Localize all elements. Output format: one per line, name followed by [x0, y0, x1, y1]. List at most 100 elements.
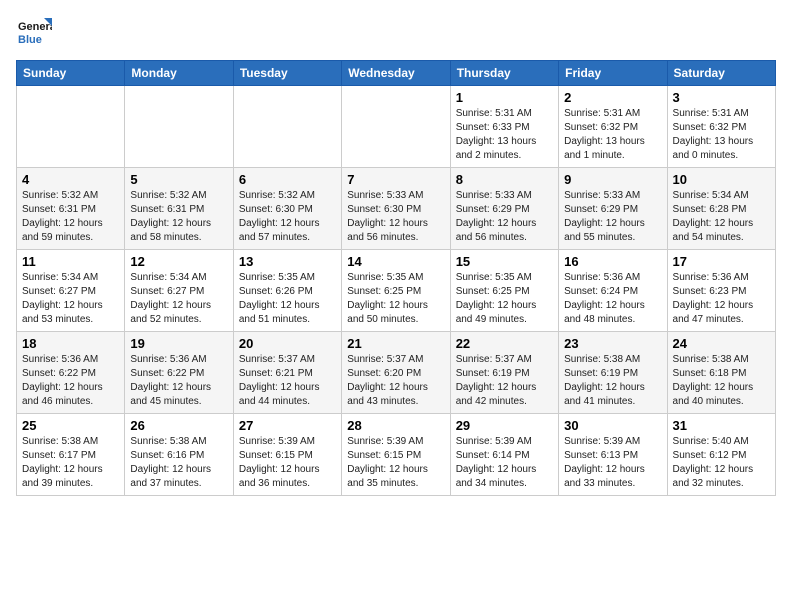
day-info: Sunrise: 5:31 AM Sunset: 6:33 PM Dayligh…: [456, 107, 553, 163]
logo: General Blue: [16, 16, 52, 52]
day-number: 22: [456, 336, 553, 351]
day-info: Sunrise: 5:36 AM Sunset: 6:22 PM Dayligh…: [130, 353, 227, 409]
calendar-cell: 21 Sunrise: 5:37 AM Sunset: 6:20 PM Dayli…: [342, 332, 450, 414]
calendar-cell: 15 Sunrise: 5:35 AM Sunset: 6:25 PM Dayli…: [450, 250, 558, 332]
calendar-cell: 9Sunrise: 5:33 AM Sunset: 6:29 PM Daylig…: [559, 168, 667, 250]
day-number: 13: [239, 254, 336, 269]
calendar-cell: 22 Sunrise: 5:37 AM Sunset: 6:19 PM Dayli…: [450, 332, 558, 414]
day-info: Sunrise: 5:33 AM Sunset: 6:29 PM Dayligh…: [564, 189, 661, 245]
calendar-cell: 14 Sunrise: 5:35 AM Sunset: 6:25 PM Dayli…: [342, 250, 450, 332]
day-info: Sunrise: 5:35 AM Sunset: 6:26 PM Dayligh…: [239, 271, 336, 327]
calendar-cell: [17, 86, 125, 168]
day-number: 27: [239, 418, 336, 433]
calendar-cell: 4Sunrise: 5:32 AM Sunset: 6:31 PM Daylig…: [17, 168, 125, 250]
day-number: 5: [130, 172, 227, 187]
day-info: Sunrise: 5:34 AM Sunset: 6:27 PM Dayligh…: [130, 271, 227, 327]
calendar-cell: 17 Sunrise: 5:36 AM Sunset: 6:23 PM Dayli…: [667, 250, 775, 332]
calendar-cell: 2 Sunrise: 5:31 AM Sunset: 6:32 PM Daylig…: [559, 86, 667, 168]
day-number: 20: [239, 336, 336, 351]
day-number: 12: [130, 254, 227, 269]
calendar-cell: 27Sunrise: 5:39 AM Sunset: 6:15 PM Dayli…: [233, 414, 341, 496]
calendar-cell: 24 Sunrise: 5:38 AM Sunset: 6:18 PM Dayli…: [667, 332, 775, 414]
calendar-cell: 25 Sunrise: 5:38 AM Sunset: 6:17 PM Dayli…: [17, 414, 125, 496]
day-number: 3: [673, 90, 770, 105]
day-info: Sunrise: 5:37 AM Sunset: 6:21 PM Dayligh…: [239, 353, 336, 409]
page-header: General Blue: [16, 16, 776, 52]
day-info: Sunrise: 5:33 AM Sunset: 6:29 PM Dayligh…: [456, 189, 553, 245]
calendar-week-5: 25 Sunrise: 5:38 AM Sunset: 6:17 PM Dayli…: [17, 414, 776, 496]
day-info: Sunrise: 5:33 AM Sunset: 6:30 PM Dayligh…: [347, 189, 444, 245]
header-thursday: Thursday: [450, 61, 558, 86]
day-info: Sunrise: 5:38 AM Sunset: 6:19 PM Dayligh…: [564, 353, 661, 409]
header-friday: Friday: [559, 61, 667, 86]
header-monday: Monday: [125, 61, 233, 86]
day-number: 31: [673, 418, 770, 433]
day-info: Sunrise: 5:31 AM Sunset: 6:32 PM Dayligh…: [564, 107, 661, 163]
day-number: 19: [130, 336, 227, 351]
day-number: 25: [22, 418, 119, 433]
header-saturday: Saturday: [667, 61, 775, 86]
calendar-cell: [342, 86, 450, 168]
day-number: 28: [347, 418, 444, 433]
day-number: 8: [456, 172, 553, 187]
calendar-cell: 11Sunrise: 5:34 AM Sunset: 6:27 PM Dayli…: [17, 250, 125, 332]
day-number: 15: [456, 254, 553, 269]
day-number: 17: [673, 254, 770, 269]
header-sunday: Sunday: [17, 61, 125, 86]
day-number: 6: [239, 172, 336, 187]
day-info: Sunrise: 5:32 AM Sunset: 6:31 PM Dayligh…: [22, 189, 119, 245]
day-number: 24: [673, 336, 770, 351]
calendar-week-4: 18 Sunrise: 5:36 AM Sunset: 6:22 PM Dayli…: [17, 332, 776, 414]
calendar-cell: 20 Sunrise: 5:37 AM Sunset: 6:21 PM Dayli…: [233, 332, 341, 414]
day-number: 7: [347, 172, 444, 187]
calendar-cell: 13 Sunrise: 5:35 AM Sunset: 6:26 PM Dayli…: [233, 250, 341, 332]
day-info: Sunrise: 5:40 AM Sunset: 6:12 PM Dayligh…: [673, 435, 770, 491]
calendar-cell: 10Sunrise: 5:34 AM Sunset: 6:28 PM Dayli…: [667, 168, 775, 250]
day-info: Sunrise: 5:38 AM Sunset: 6:16 PM Dayligh…: [130, 435, 227, 491]
day-number: 14: [347, 254, 444, 269]
calendar-cell: 31 Sunrise: 5:40 AM Sunset: 6:12 PM Dayli…: [667, 414, 775, 496]
day-info: Sunrise: 5:32 AM Sunset: 6:31 PM Dayligh…: [130, 189, 227, 245]
day-number: 16: [564, 254, 661, 269]
day-info: Sunrise: 5:39 AM Sunset: 6:14 PM Dayligh…: [456, 435, 553, 491]
calendar-cell: 26 Sunrise: 5:38 AM Sunset: 6:16 PM Dayli…: [125, 414, 233, 496]
day-info: Sunrise: 5:38 AM Sunset: 6:18 PM Dayligh…: [673, 353, 770, 409]
calendar-cell: 8 Sunrise: 5:33 AM Sunset: 6:29 PM Daylig…: [450, 168, 558, 250]
calendar-cell: 23 Sunrise: 5:38 AM Sunset: 6:19 PM Dayli…: [559, 332, 667, 414]
logo-svg: General Blue: [16, 16, 52, 52]
day-info: Sunrise: 5:37 AM Sunset: 6:19 PM Dayligh…: [456, 353, 553, 409]
svg-text:General: General: [18, 21, 52, 33]
calendar-week-3: 11 Sunrise: 5:34 AM Sunset: 6:27 PM Dayli…: [17, 250, 776, 332]
calendar-cell: 12 Sunrise: 5:34 AM Sunset: 6:27 PM Dayli…: [125, 250, 233, 332]
calendar-cell: 19 Sunrise: 5:36 AM Sunset: 6:22 PM Dayli…: [125, 332, 233, 414]
calendar-cell: 1 Sunrise: 5:31 AM Sunset: 6:33 PM Daylig…: [450, 86, 558, 168]
day-info: Sunrise: 5:39 AM Sunset: 6:15 PM Dayligh…: [347, 435, 444, 491]
day-number: 21: [347, 336, 444, 351]
calendar-cell: 5 Sunrise: 5:32 AM Sunset: 6:31 PM Daylig…: [125, 168, 233, 250]
calendar-cell: 29Sunrise: 5:39 AM Sunset: 6:14 PM Dayli…: [450, 414, 558, 496]
day-info: Sunrise: 5:36 AM Sunset: 6:24 PM Dayligh…: [564, 271, 661, 327]
day-info: Sunrise: 5:36 AM Sunset: 6:22 PM Dayligh…: [22, 353, 119, 409]
day-info: Sunrise: 5:35 AM Sunset: 6:25 PM Dayligh…: [347, 271, 444, 327]
day-number: 30: [564, 418, 661, 433]
day-number: 26: [130, 418, 227, 433]
calendar-cell: 28 Sunrise: 5:39 AM Sunset: 6:15 PM Dayli…: [342, 414, 450, 496]
day-number: 1: [456, 90, 553, 105]
calendar-week-2: 4Sunrise: 5:32 AM Sunset: 6:31 PM Daylig…: [17, 168, 776, 250]
calendar-cell: 16 Sunrise: 5:36 AM Sunset: 6:24 PM Dayli…: [559, 250, 667, 332]
day-info: Sunrise: 5:32 AM Sunset: 6:30 PM Dayligh…: [239, 189, 336, 245]
day-info: Sunrise: 5:35 AM Sunset: 6:25 PM Dayligh…: [456, 271, 553, 327]
calendar-cell: 30Sunrise: 5:39 AM Sunset: 6:13 PM Dayli…: [559, 414, 667, 496]
day-info: Sunrise: 5:38 AM Sunset: 6:17 PM Dayligh…: [22, 435, 119, 491]
day-number: 23: [564, 336, 661, 351]
calendar-cell: 6 Sunrise: 5:32 AM Sunset: 6:30 PM Daylig…: [233, 168, 341, 250]
header-tuesday: Tuesday: [233, 61, 341, 86]
day-number: 10: [673, 172, 770, 187]
day-number: 2: [564, 90, 661, 105]
day-info: Sunrise: 5:36 AM Sunset: 6:23 PM Dayligh…: [673, 271, 770, 327]
day-number: 18: [22, 336, 119, 351]
calendar-week-1: 1 Sunrise: 5:31 AM Sunset: 6:33 PM Daylig…: [17, 86, 776, 168]
day-info: Sunrise: 5:37 AM Sunset: 6:20 PM Dayligh…: [347, 353, 444, 409]
day-number: 11: [22, 254, 119, 269]
header-wednesday: Wednesday: [342, 61, 450, 86]
